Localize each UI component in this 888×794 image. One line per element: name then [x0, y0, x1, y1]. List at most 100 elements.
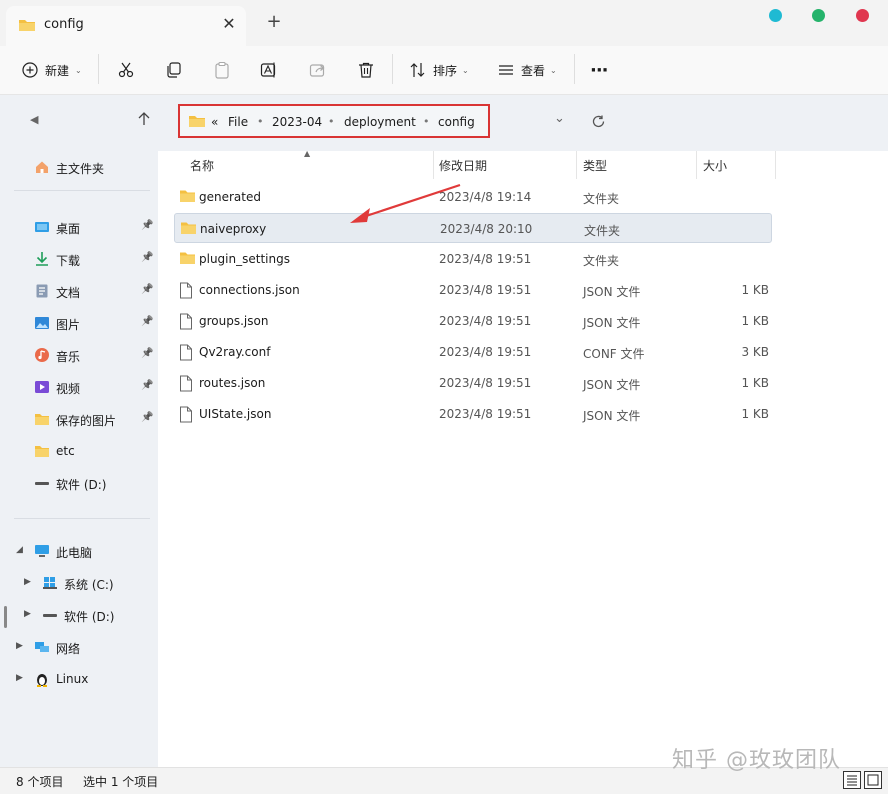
sidebar-item-home[interactable]: 主文件夹	[0, 154, 158, 180]
video-icon	[34, 379, 50, 395]
copy-button[interactable]	[165, 56, 183, 84]
tiles-view-button[interactable]	[864, 771, 882, 789]
delete-button[interactable]	[357, 56, 375, 84]
sidebar-item-this-pc[interactable]: ◢ 此电脑	[0, 538, 158, 564]
file-date: 2023/4/8 20:10	[440, 222, 533, 236]
folder-icon	[18, 17, 36, 36]
folder-icon	[179, 189, 196, 206]
file-type: 文件夹	[583, 254, 620, 268]
file-row[interactable]: Qv2ray.conf 2023/4/8 19:51 CONF 文件 3 KB	[174, 337, 772, 367]
breadcrumb-item[interactable]: 2023-04	[272, 115, 322, 129]
view-button[interactable]: 查看 ⌄	[497, 56, 557, 84]
sidebar-item-linux[interactable]: ▶ Linux	[0, 666, 158, 692]
sidebar-item-quick-access[interactable]: 文档 📌	[0, 278, 158, 304]
file-row[interactable]: groups.json 2023/4/8 19:51 JSON 文件 1 KB	[174, 306, 772, 336]
share-icon	[309, 61, 327, 79]
file-row[interactable]: UIState.json 2023/4/8 19:51 JSON 文件 1 KB	[174, 399, 772, 429]
scissors-icon	[117, 61, 135, 79]
pin-icon: 📌	[141, 220, 154, 231]
selection-count: 选中 1 个项目	[83, 775, 159, 789]
share-button[interactable]	[309, 56, 327, 84]
file-size: 3 KB	[741, 345, 769, 359]
item-count: 8 个项目	[16, 775, 64, 789]
sidebar-item-drive-c[interactable]: ▶ 系统 (C:)	[0, 570, 158, 596]
chevron-right-icon[interactable]: ▶	[16, 673, 23, 683]
file-type: CONF 文件	[583, 347, 645, 361]
sidebar-item-drive-d[interactable]: ▶ 软件 (D:)	[0, 602, 158, 628]
file-icon	[179, 313, 193, 333]
sidebar-item-quick-access[interactable]: 软件 (D:)	[0, 470, 158, 496]
sidebar-item-label: 下载	[56, 254, 81, 268]
new-button[interactable]: 新建 ⌄	[22, 56, 82, 84]
file-type: JSON 文件	[583, 409, 641, 423]
sidebar-item-quick-access[interactable]: 视频 📌	[0, 374, 158, 400]
window-control-dot[interactable]	[769, 9, 782, 22]
window-control-dot[interactable]	[856, 9, 869, 22]
sort-button[interactable]: 排序 ⌄	[409, 56, 469, 84]
address-history-dropdown[interactable]: ⌄	[554, 111, 565, 126]
column-header-type[interactable]: 类型	[583, 151, 693, 177]
sidebar-item-network[interactable]: ▶ 网络	[0, 634, 158, 660]
file-row[interactable]: naiveproxy 2023/4/8 20:10 文件夹	[174, 213, 772, 243]
tab-config[interactable]: config ✕	[6, 6, 246, 46]
column-header-size[interactable]: 大小	[703, 151, 773, 177]
refresh-button[interactable]	[591, 114, 606, 132]
breadcrumb-overflow[interactable]: «	[211, 115, 218, 129]
sidebar-item-quick-access[interactable]: 桌面 📌	[0, 214, 158, 240]
tiles-view-icon	[867, 774, 879, 786]
new-tab-button[interactable]: +	[264, 12, 284, 32]
rename-icon	[260, 61, 278, 79]
pin-icon: 📌	[141, 348, 154, 359]
column-header-date[interactable]: 修改日期	[439, 151, 569, 177]
rename-button[interactable]	[260, 56, 278, 84]
sidebar-item-label: etc	[56, 444, 75, 458]
cut-button[interactable]	[117, 56, 135, 84]
file-date: 2023/4/8 19:51	[439, 252, 532, 266]
breadcrumb-item[interactable]: config	[438, 115, 475, 129]
sidebar-item-quick-access[interactable]: etc	[0, 438, 158, 464]
document-icon	[34, 283, 50, 299]
sidebar-item-quick-access[interactable]: 图片 📌	[0, 310, 158, 336]
breadcrumb-separator: •	[257, 115, 264, 128]
file-row[interactable]: plugin_settings 2023/4/8 19:51 文件夹	[174, 244, 772, 274]
chevron-right-icon[interactable]: ▶	[16, 641, 23, 651]
file-row[interactable]: routes.json 2023/4/8 19:51 JSON 文件 1 KB	[174, 368, 772, 398]
sidebar-item-quick-access[interactable]: 音乐 📌	[0, 342, 158, 368]
expand-arrow-icon[interactable]: ◢	[16, 545, 23, 555]
address-bar[interactable]: « File • 2023-04 • deployment • config	[178, 104, 490, 138]
file-name: groups.json	[199, 314, 269, 328]
pin-icon: 📌	[141, 380, 154, 391]
chevron-right-icon[interactable]: ▶	[24, 577, 31, 587]
close-tab-button[interactable]: ✕	[220, 14, 238, 33]
copy-icon	[165, 61, 183, 79]
clipboard-icon	[213, 61, 231, 79]
back-button[interactable]: ◀	[30, 113, 38, 126]
breadcrumb-item[interactable]: deployment	[344, 115, 416, 129]
sort-label: 排序	[433, 63, 458, 78]
up-button[interactable]	[136, 111, 152, 130]
more-options-button[interactable]: ···	[590, 56, 608, 84]
scroll-indicator	[4, 606, 7, 628]
window-control-dot[interactable]	[812, 9, 825, 22]
drive-icon	[34, 475, 50, 491]
network-icon	[34, 639, 50, 655]
windows-drive-icon	[42, 575, 58, 591]
file-name: naiveproxy	[200, 222, 267, 236]
toolbar: 新建 ⌄ 排序 ⌄ 查看 ⌄ ···	[0, 46, 888, 95]
file-size: 1 KB	[741, 283, 769, 297]
sort-icon	[409, 61, 427, 79]
sidebar-item-quick-access[interactable]: 下载 📌	[0, 246, 158, 272]
paste-button[interactable]	[213, 56, 231, 84]
file-row[interactable]: connections.json 2023/4/8 19:51 JSON 文件 1 K…	[174, 275, 772, 305]
file-name: Qv2ray.conf	[199, 345, 271, 359]
file-list: 名称 ▲ 修改日期 类型 大小 generated 2023/4/8 19:14 文…	[158, 149, 888, 767]
chevron-right-icon[interactable]: ▶	[24, 609, 31, 619]
breadcrumb-item[interactable]: File	[228, 115, 248, 129]
arrow-up-icon	[138, 112, 150, 125]
folder-icon	[179, 251, 196, 268]
details-view-button[interactable]	[843, 771, 861, 789]
file-row[interactable]: generated 2023/4/8 19:14 文件夹	[174, 182, 772, 212]
column-header-name[interactable]: 名称	[190, 151, 432, 177]
chevron-down-icon: ⌄	[550, 65, 557, 75]
sidebar-item-quick-access[interactable]: 保存的图片 📌	[0, 406, 158, 432]
